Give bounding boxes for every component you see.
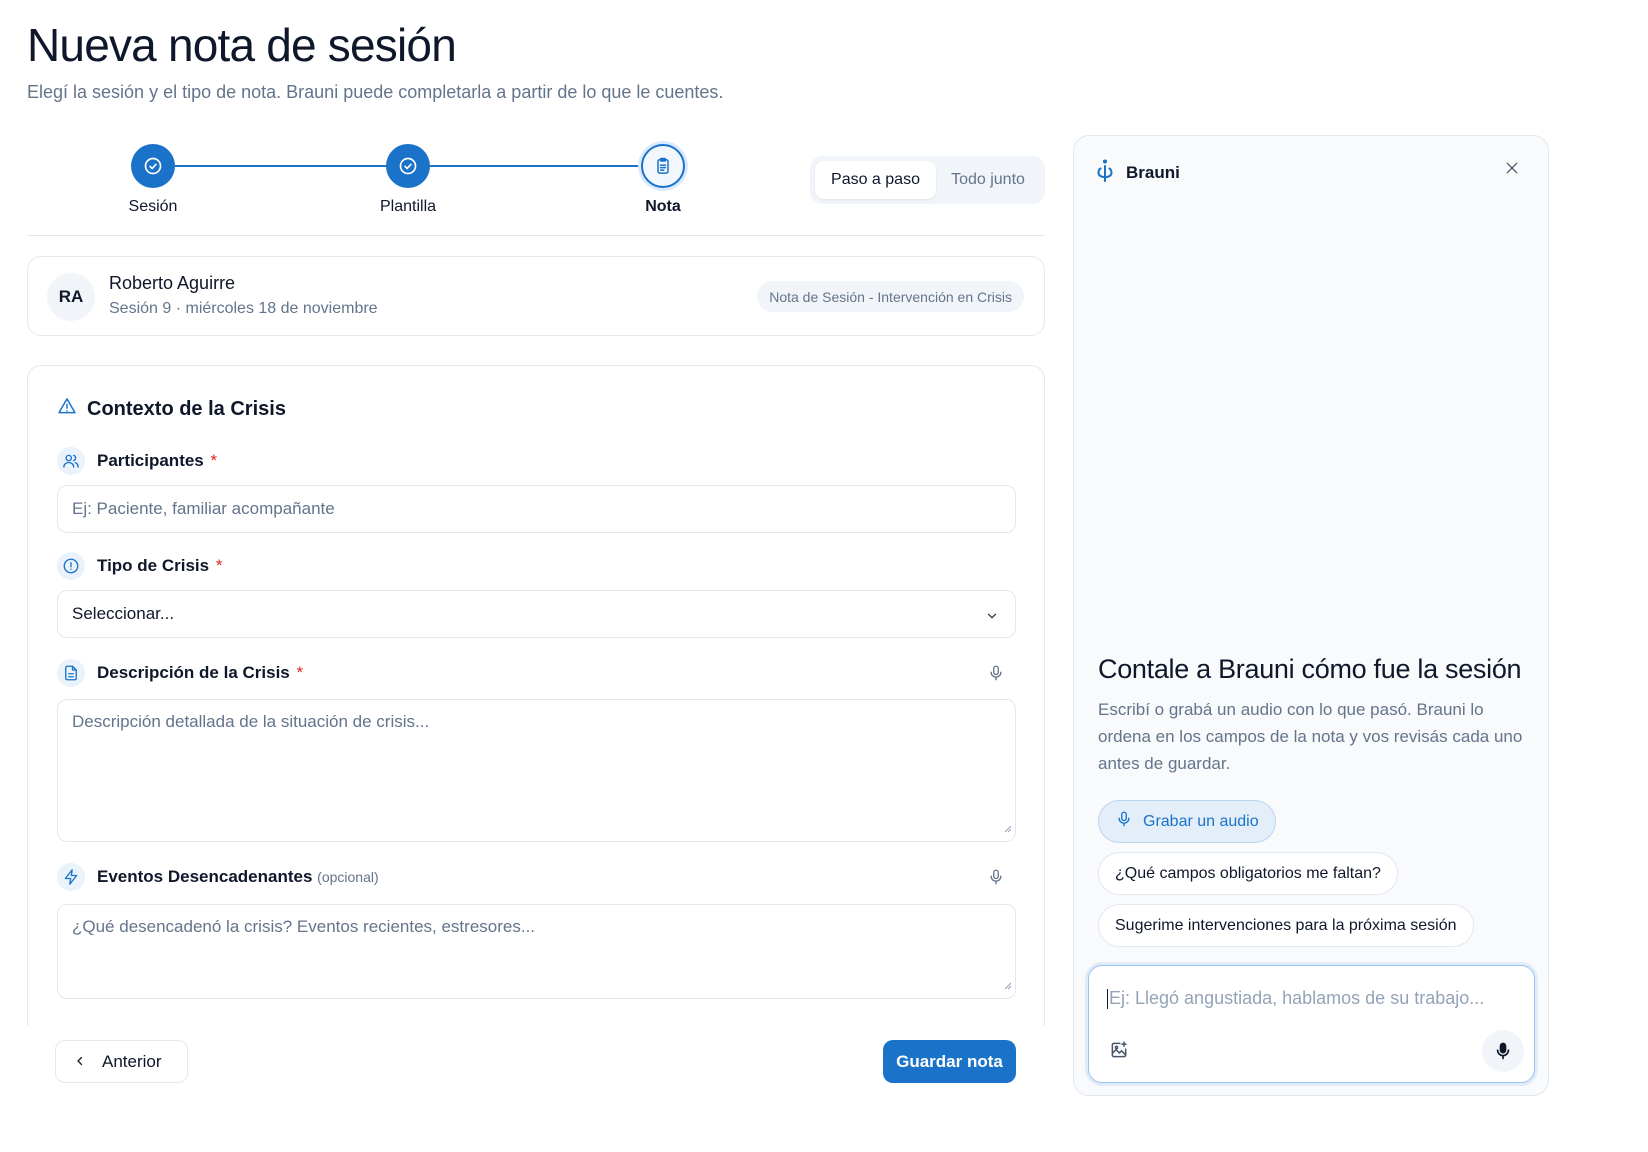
session-meta: Sesión 9 · miércoles 18 de noviembre	[109, 300, 378, 317]
field-label-text: Tipo de Crisis	[97, 556, 210, 575]
patient-name: Roberto Aguirre	[109, 273, 236, 293]
required-marker: *	[215, 556, 223, 575]
crisis-type-value: Seleccionar...	[72, 604, 175, 623]
zap-icon	[57, 863, 85, 891]
step-label: Nota	[645, 198, 681, 215]
composer-placeholder: Ej: Llegó angustiada, hablamos de su tra…	[1109, 988, 1485, 1008]
step-note[interactable]: Nota	[603, 144, 723, 216]
record-audio-button[interactable]: Grabar un audio	[1098, 800, 1276, 843]
chevron-left-icon	[74, 1052, 86, 1072]
suggestion-chip-interventions[interactable]: Sugerime intervenciones para la próxima …	[1098, 904, 1474, 947]
field-label-participants: Participantes *	[57, 447, 217, 475]
check-circle-icon	[386, 144, 430, 188]
avatar: RA	[47, 273, 95, 321]
brauni-logo-icon	[1096, 158, 1114, 187]
field-label-text: Eventos Desencadenantes	[97, 867, 313, 886]
field-label-text: Participantes	[97, 451, 204, 470]
crisis-description-textarea[interactable]: Descripción detallada de la situación de…	[57, 699, 1016, 842]
field-label-triggers: Eventos Desencadenantes (opcional)	[57, 863, 379, 891]
assistant-header: Brauni	[1096, 158, 1180, 187]
mode-all-together[interactable]: Todo junto	[936, 161, 1040, 199]
description-placeholder: Descripción detallada de la situación de…	[72, 712, 430, 731]
step-label: Plantilla	[379, 198, 437, 215]
check-circle-icon	[131, 144, 175, 188]
step-session[interactable]: Sesión	[93, 144, 213, 216]
chip-label: Grabar un audio	[1143, 812, 1259, 830]
step-template[interactable]: Plantilla	[348, 144, 468, 216]
resize-handle-icon[interactable]	[1004, 818, 1012, 838]
participants-input[interactable]: Ej: Paciente, familiar acompañante	[57, 485, 1016, 533]
previous-button[interactable]: Anterior	[55, 1040, 188, 1083]
save-note-button[interactable]: Guardar nota	[883, 1040, 1016, 1083]
mic-icon	[1115, 810, 1133, 833]
file-text-icon	[57, 659, 85, 687]
page-title: Nueva nota de sesión	[27, 19, 457, 71]
note-form: Contexto de la Crisis Participantes * Ej…	[27, 365, 1045, 1026]
assistant-panel: Brauni Contale a Brauni cómo fue la sesi…	[1073, 135, 1549, 1096]
mic-icon[interactable]	[1482, 1030, 1524, 1072]
crisis-type-select[interactable]: Seleccionar...	[57, 590, 1016, 638]
resize-handle-icon[interactable]	[1004, 975, 1012, 995]
required-marker: *	[296, 663, 304, 682]
patient-card: RA Roberto Aguirre Sesión 9 · miércoles …	[27, 256, 1045, 336]
clipboard-icon	[641, 144, 685, 188]
template-badge: Nota de Sesión - Intervención en Crisis	[757, 281, 1024, 312]
step-label: Sesión	[128, 198, 178, 215]
alert-circle-icon	[57, 552, 85, 580]
mode-toggle: Paso a paso Todo junto	[810, 156, 1045, 204]
participants-placeholder: Ej: Paciente, familiar acompañante	[72, 499, 335, 518]
alert-triangle-icon	[57, 396, 77, 422]
close-icon[interactable]	[1504, 160, 1520, 181]
field-label-description: Descripción de la Crisis *	[57, 659, 303, 687]
users-icon	[57, 447, 85, 475]
composer-input[interactable]: Ej: Llegó angustiada, hablamos de su tra…	[1107, 988, 1485, 1010]
triggers-placeholder: ¿Qué desencadenó la crisis? Eventos reci…	[72, 917, 536, 936]
assistant-name: Brauni	[1126, 162, 1180, 182]
mic-icon[interactable]	[984, 865, 1008, 889]
field-label-crisis-type: Tipo de Crisis *	[57, 552, 222, 580]
image-add-icon[interactable]	[1109, 1040, 1129, 1065]
previous-label: Anterior	[102, 1051, 162, 1071]
assistant-composer[interactable]: Ej: Llegó angustiada, hablamos de su tra…	[1088, 965, 1535, 1083]
suggestion-chip-missing-fields[interactable]: ¿Qué campos obligatorios me faltan?	[1098, 852, 1398, 895]
optional-marker: (opcional)	[317, 869, 379, 885]
section-title: Contexto de la Crisis	[57, 396, 286, 422]
mode-step-by-step[interactable]: Paso a paso	[815, 161, 936, 199]
required-marker: *	[210, 451, 218, 470]
section-title-text: Contexto de la Crisis	[87, 397, 286, 420]
trigger-events-textarea[interactable]: ¿Qué desencadenó la crisis? Eventos reci…	[57, 904, 1016, 999]
assistant-description: Escribí o grabá un audio con lo que pasó…	[1098, 700, 1523, 773]
page-subtitle: Elegí la sesión y el tipo de nota. Braun…	[27, 82, 724, 102]
assistant-title: Contale a Brauni cómo fue la sesión	[1098, 654, 1522, 684]
field-label-text: Descripción de la Crisis	[97, 663, 290, 682]
mic-icon[interactable]	[984, 661, 1008, 685]
chevron-down-icon	[985, 608, 999, 628]
